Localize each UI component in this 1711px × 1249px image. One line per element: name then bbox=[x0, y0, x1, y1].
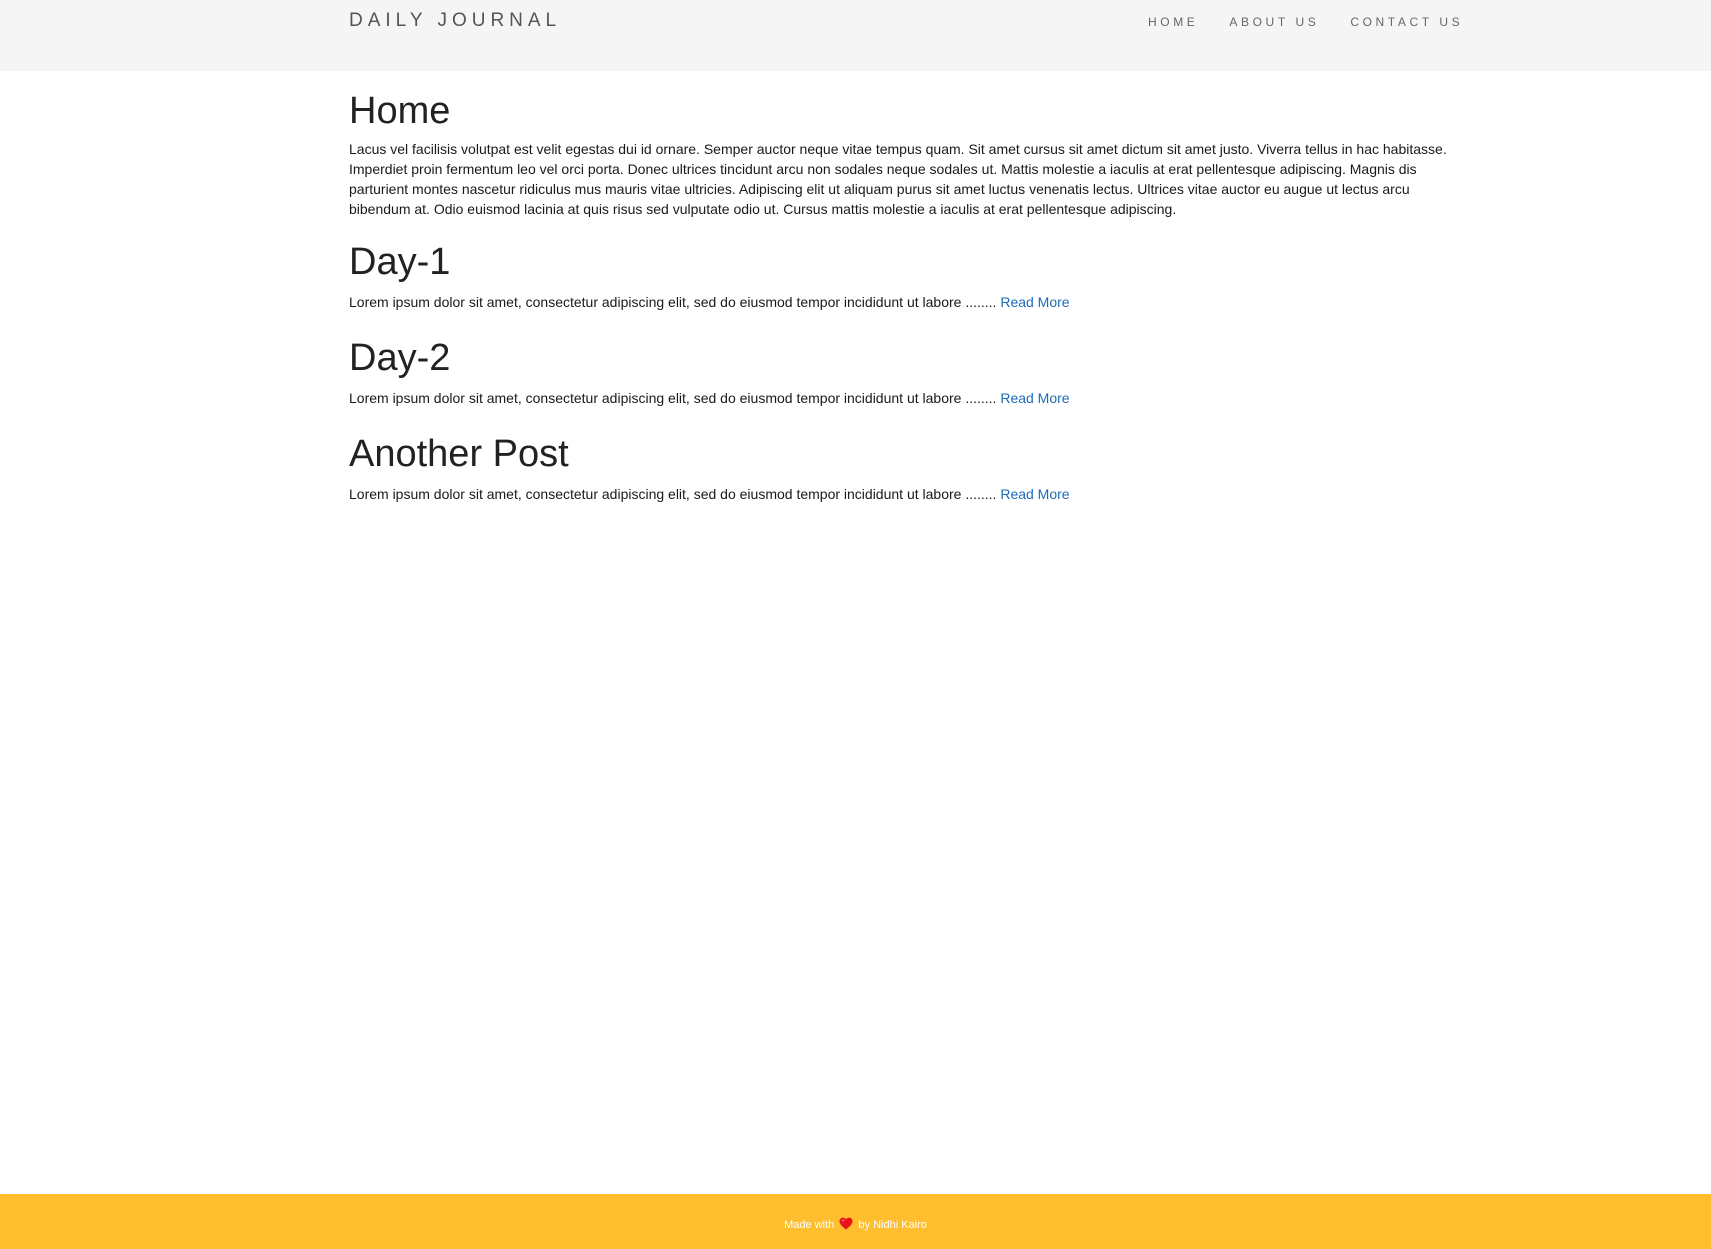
post-day-1: Day-1 Lorem ipsum dolor sit amet, consec… bbox=[349, 239, 1461, 312]
navbar: DAILY JOURNAL HOME ABOUT US CONTACT US bbox=[0, 0, 1711, 71]
post-title: Day-1 bbox=[349, 241, 451, 283]
footer: Made with by Nidhi Kairo bbox=[0, 1194, 1711, 1249]
post-excerpt: Lorem ipsum dolor sit amet, consectetur … bbox=[349, 292, 1461, 312]
nav-item-about: ABOUT US bbox=[1229, 13, 1319, 31]
read-more-link[interactable]: Read More bbox=[1000, 294, 1069, 310]
post-excerpt-text: Lorem ipsum dolor sit amet, consectetur … bbox=[349, 390, 997, 406]
nav-link-about-us[interactable]: ABOUT US bbox=[1229, 15, 1319, 29]
nav-link-contact-us[interactable]: CONTACT US bbox=[1350, 15, 1463, 29]
page-title: Home bbox=[349, 90, 451, 132]
footer-suffix: by Nidhi Kairo bbox=[858, 1219, 927, 1231]
read-more-link[interactable]: Read More bbox=[1000, 486, 1069, 502]
post-excerpt-text: Lorem ipsum dolor sit amet, consectetur … bbox=[349, 294, 997, 310]
footer-credit: Made with by Nidhi Kairo bbox=[0, 1217, 1711, 1232]
nav-item-contact: CONTACT US bbox=[1350, 13, 1463, 31]
post-day-2: Day-2 Lorem ipsum dolor sit amet, consec… bbox=[349, 335, 1461, 408]
post-title: Day-2 bbox=[349, 337, 451, 379]
home-intro-text: Lacus vel facilisis volutpat est velit e… bbox=[349, 141, 1447, 217]
nav-links: HOME ABOUT US CONTACT US bbox=[1148, 13, 1463, 31]
nav-item-home: HOME bbox=[1148, 13, 1198, 31]
heart-icon bbox=[839, 1217, 853, 1230]
post-another-post: Another Post Lorem ipsum dolor sit amet,… bbox=[349, 431, 1461, 504]
brand-link[interactable]: DAILY JOURNAL bbox=[349, 10, 561, 32]
main-content: Home Lacus vel facilisis volutpat est ve… bbox=[349, 88, 1461, 504]
nav-link-home[interactable]: HOME bbox=[1148, 15, 1198, 29]
post-title: Another Post bbox=[349, 433, 569, 475]
post-excerpt-text: Lorem ipsum dolor sit amet, consectetur … bbox=[349, 486, 997, 502]
page: DAILY JOURNAL HOME ABOUT US CONTACT US H… bbox=[0, 0, 1711, 1249]
footer-prefix: Made with bbox=[784, 1219, 835, 1231]
post-excerpt: Lorem ipsum dolor sit amet, consectetur … bbox=[349, 484, 1461, 504]
read-more-link[interactable]: Read More bbox=[1000, 390, 1069, 406]
post-excerpt: Lorem ipsum dolor sit amet, consectetur … bbox=[349, 388, 1461, 408]
